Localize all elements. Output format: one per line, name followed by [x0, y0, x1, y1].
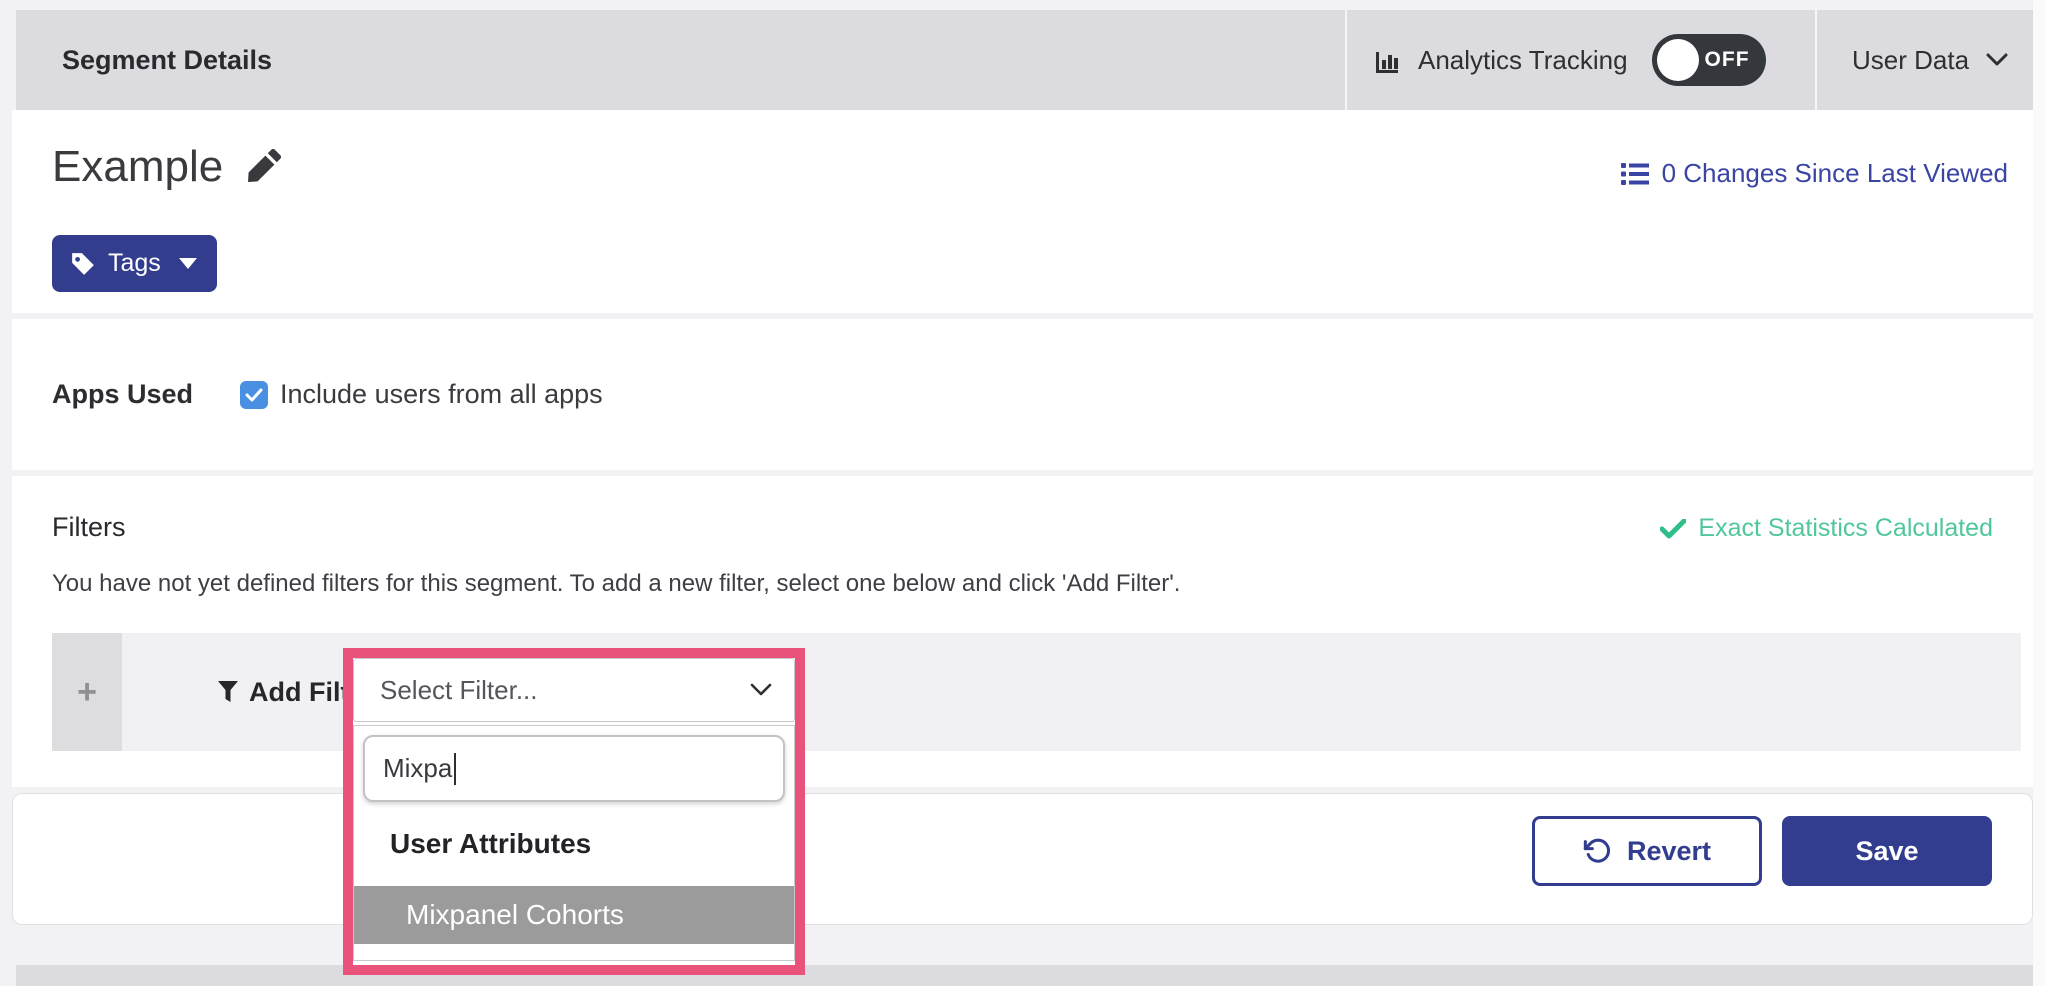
plus-icon: + [77, 675, 97, 709]
segment-details-page: Segment Details Analytics Tracking OFF U… [0, 0, 2046, 986]
filter-select-value: Select Filter... [380, 675, 538, 706]
revert-button[interactable]: Revert [1532, 816, 1762, 886]
tags-button[interactable]: Tags [52, 235, 217, 292]
check-icon [245, 388, 263, 402]
chevron-down-icon [750, 683, 772, 697]
list-icon [1620, 161, 1650, 187]
segment-header-section: Example Tags [12, 110, 2033, 313]
changes-link-label: 0 Changes Since Last Viewed [1662, 158, 2008, 189]
include-all-apps-label: Include users from all apps [280, 379, 603, 410]
filter-select-highlight-box: Select Filter... Mixpa User Attributes M… [343, 648, 805, 975]
check-icon [1660, 519, 1686, 539]
text-cursor [454, 753, 456, 785]
footer-buttons: Revert Save [1532, 816, 1992, 886]
revert-button-label: Revert [1627, 836, 1711, 867]
save-button[interactable]: Save [1782, 816, 1992, 886]
apps-used-label: Apps Used [52, 379, 240, 410]
analytics-tracking-control: Analytics Tracking OFF [1372, 10, 1766, 110]
topbar-divider [1815, 10, 1817, 110]
segment-name: Example [52, 142, 223, 192]
analytics-tracking-label: Analytics Tracking [1418, 45, 1628, 76]
add-filter-plus-button[interactable]: + [52, 633, 122, 751]
filter-search-input[interactable]: Mixpa [363, 735, 785, 802]
filters-section: Filters Exact Statistics Calculated You … [12, 476, 2033, 787]
include-all-apps-checkbox[interactable] [240, 381, 268, 409]
apps-used-row: Apps Used Include users from all apps [52, 319, 603, 470]
filter-dropdown-panel: Mixpa User Attributes Mixpanel Cohorts [353, 725, 795, 961]
filter-select-control[interactable]: Select Filter... [353, 658, 795, 722]
page-right-edge [2033, 0, 2046, 986]
apps-used-section: Apps Used Include users from all apps [12, 319, 2033, 470]
topbar-divider [1345, 10, 1347, 110]
filters-title: Filters [52, 512, 126, 543]
top-bar: Segment Details Analytics Tracking OFF U… [16, 10, 2033, 110]
segment-name-row: Example [52, 142, 281, 192]
tags-button-label: Tags [108, 249, 161, 278]
save-button-label: Save [1855, 836, 1918, 867]
bar-chart-icon [1372, 44, 1404, 76]
chevron-down-icon [1985, 52, 2009, 68]
user-data-label: User Data [1852, 45, 1969, 76]
option-label: Mixpanel Cohorts [406, 899, 624, 931]
caret-down-icon [179, 258, 197, 269]
page-title: Segment Details [62, 45, 272, 76]
funnel-icon [217, 680, 239, 704]
footer-actions-section: Revert Save [12, 793, 2033, 925]
changes-since-last-viewed-link[interactable]: 0 Changes Since Last Viewed [1620, 158, 2008, 189]
option-group-label: User Attributes [390, 828, 591, 860]
filters-description: You have not yet defined filters for thi… [52, 570, 1180, 598]
revert-rotate-icon [1583, 837, 1611, 865]
option-mixpanel-cohorts[interactable]: Mixpanel Cohorts [354, 886, 794, 944]
user-data-dropdown[interactable]: User Data [1852, 10, 2009, 110]
tag-icon [70, 251, 96, 277]
toggle-state-label: OFF [1705, 48, 1750, 72]
toggle-knob[interactable] [1657, 39, 1699, 81]
analytics-tracking-toggle[interactable]: OFF [1652, 34, 1766, 86]
filter-search-value: Mixpa [383, 753, 452, 784]
edit-pencil-icon[interactable] [245, 149, 281, 185]
next-section-bar [16, 965, 2033, 986]
exact-statistics-status: Exact Statistics Calculated [1660, 514, 1993, 543]
exact-statistics-label: Exact Statistics Calculated [1698, 514, 1993, 543]
